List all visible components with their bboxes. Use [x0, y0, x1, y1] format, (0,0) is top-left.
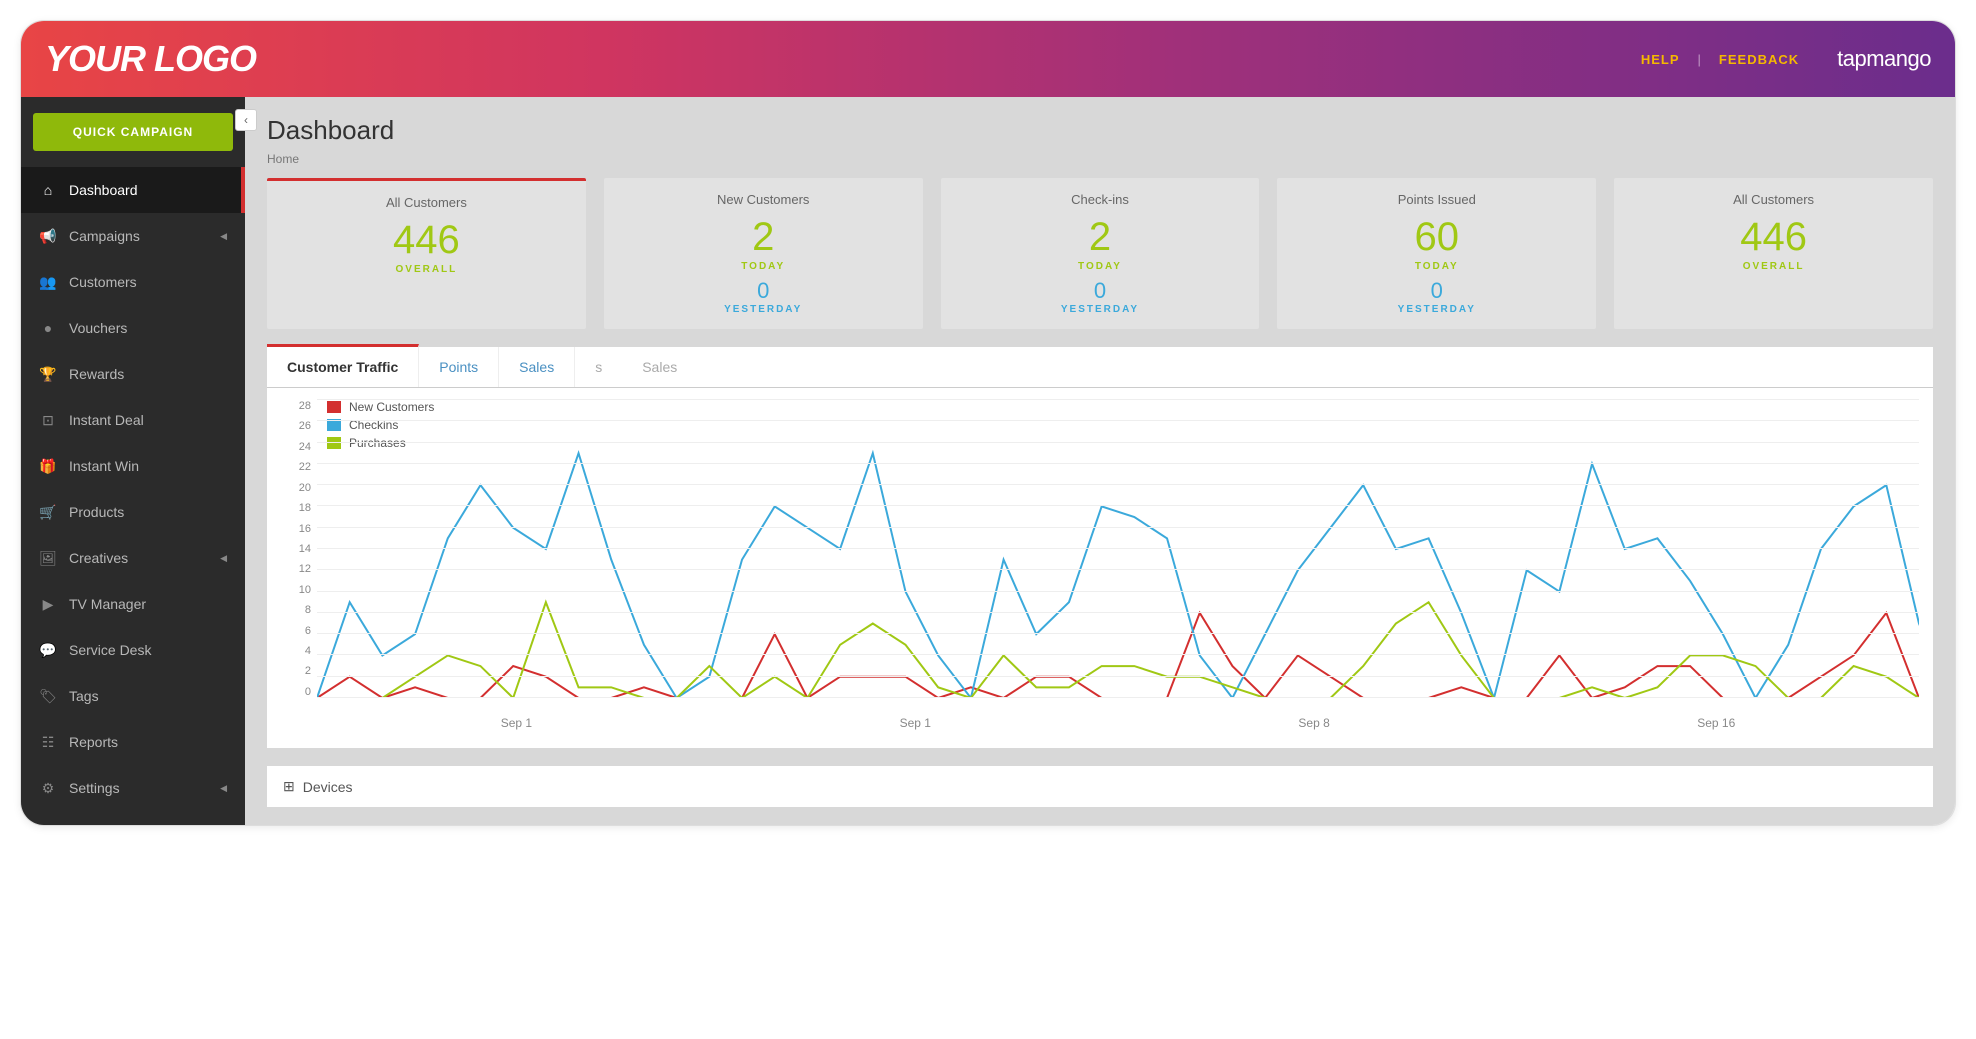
sidebar-item-rewards[interactable]: 🏆 Rewards	[21, 351, 245, 397]
nav-icon: ⚙	[39, 779, 57, 797]
card-sublabel-secondary: YESTERDAY	[949, 304, 1252, 315]
sidebar-item-tags[interactable]: 🏷 Tags	[21, 673, 245, 719]
nav-icon: 🎁	[39, 457, 57, 475]
sidebar-item-reports[interactable]: ☷ Reports	[21, 719, 245, 765]
brand-label: tapmango	[1837, 46, 1931, 72]
card-sublabel: TODAY	[949, 261, 1252, 272]
sidebar-item-label: Campaigns	[69, 228, 140, 244]
page-title: Dashboard	[267, 115, 1933, 146]
collapse-sidebar-button[interactable]: ‹	[235, 109, 257, 131]
stat-card-points-issued[interactable]: Points Issued 60 TODAY 0YESTERDAY	[1277, 178, 1596, 329]
sidebar-item-products[interactable]: 🛒 Products	[21, 489, 245, 535]
card-title: All Customers	[275, 195, 578, 210]
header: YOUR LOGO HELP | FEEDBACK tapmango	[21, 21, 1955, 97]
card-title: New Customers	[612, 192, 915, 207]
breadcrumb[interactable]: Home	[267, 152, 1933, 166]
sidebar-item-label: TV Manager	[69, 596, 146, 612]
chevron-left-icon: ◀	[220, 231, 227, 242]
sidebar-item-label: Instant Win	[69, 458, 139, 474]
card-sublabel: OVERALL	[1622, 261, 1925, 272]
sidebar-item-label: Tags	[69, 688, 99, 704]
sidebar-item-label: Rewards	[69, 366, 124, 382]
sidebar-item-campaigns[interactable]: 📢 Campaigns ◀	[21, 213, 245, 259]
tab-customer-traffic[interactable]: Customer Traffic	[267, 344, 419, 387]
sidebar-item-label: Vouchers	[69, 320, 127, 336]
tab-sales[interactable]: Sales	[499, 347, 575, 387]
x-tick: Sep 8	[1298, 716, 1329, 730]
sidebar-item-label: Instant Deal	[69, 412, 144, 428]
x-tick: Sep 1	[900, 716, 931, 730]
nav-icon: 🛒	[39, 503, 57, 521]
stat-card-all-customers[interactable]: All Customers 446 OVERALL	[267, 178, 586, 329]
chart-tabs: Customer TrafficPointsSalessSales	[267, 347, 1933, 388]
sidebar: ‹ QUICK CAMPAIGN ⌂Dashboard📢Campaigns◀👥C…	[21, 97, 245, 825]
card-title: Points Issued	[1285, 192, 1588, 207]
main-content: Dashboard Home All Customers 446 OVERALL Ne…	[245, 97, 1955, 825]
nav-icon: ▶	[39, 595, 57, 613]
card-sublabel-secondary: YESTERDAY	[612, 304, 915, 315]
stat-card-check-ins[interactable]: Check-ins 2 TODAY 0YESTERDAY	[941, 178, 1260, 329]
stat-card-new-customers[interactable]: New Customers 2 TODAY 0YESTERDAY	[604, 178, 923, 329]
logo: YOUR LOGO	[45, 38, 256, 80]
tab-ghost: s	[575, 347, 622, 387]
quick-campaign-button[interactable]: QUICK CAMPAIGN	[33, 113, 233, 151]
sidebar-item-instant-deal[interactable]: ⊡ Instant Deal	[21, 397, 245, 443]
card-sublabel: TODAY	[612, 261, 915, 272]
sidebar-item-label: Settings	[69, 780, 120, 796]
card-value: 2	[612, 217, 915, 257]
sidebar-item-creatives[interactable]: 🖼 Creatives ◀	[21, 535, 245, 581]
separator: |	[1698, 52, 1701, 67]
nav-icon: 🏆	[39, 365, 57, 383]
sidebar-item-label: Products	[69, 504, 124, 520]
sidebar-item-instant-win[interactable]: 🎁 Instant Win	[21, 443, 245, 489]
sidebar-item-label: Creatives	[69, 550, 128, 566]
sidebar-item-label: Customers	[69, 274, 137, 290]
nav-icon: ☷	[39, 733, 57, 751]
feedback-link[interactable]: FEEDBACK	[1719, 52, 1799, 67]
card-value: 60	[1285, 217, 1588, 257]
sidebar-item-label: Dashboard	[69, 182, 138, 198]
stat-card-all-customers[interactable]: All Customers 446 OVERALL	[1614, 178, 1933, 329]
nav-icon: ⌂	[39, 181, 57, 199]
nav-icon: 🏷	[39, 687, 57, 705]
nav-icon: ⊡	[39, 411, 57, 429]
sidebar-item-label: Service Desk	[69, 642, 151, 658]
sidebar-item-vouchers[interactable]: ● Vouchers	[21, 305, 245, 351]
nav-icon: 📢	[39, 227, 57, 245]
devices-label: Devices	[303, 779, 353, 795]
chevron-left-icon: ◀	[220, 553, 227, 564]
nav-icon: ●	[39, 319, 57, 337]
sidebar-item-settings[interactable]: ⚙ Settings ◀	[21, 765, 245, 811]
x-tick: Sep 16	[1697, 716, 1735, 730]
card-value-secondary: 0	[1285, 278, 1588, 304]
tab-points[interactable]: Points	[419, 347, 499, 387]
card-value: 2	[949, 217, 1252, 257]
chevron-left-icon: ◀	[220, 783, 227, 794]
card-value-secondary: 0	[612, 278, 915, 304]
card-sublabel: OVERALL	[275, 264, 578, 275]
devices-icon: ⊞	[283, 778, 295, 795]
devices-panel-header[interactable]: ⊞ Devices	[267, 766, 1933, 807]
sidebar-item-tv-manager[interactable]: ▶ TV Manager	[21, 581, 245, 627]
card-value: 446	[275, 220, 578, 260]
sidebar-item-customers[interactable]: 👥 Customers	[21, 259, 245, 305]
x-tick: Sep 1	[501, 716, 532, 730]
help-link[interactable]: HELP	[1641, 52, 1680, 67]
nav-icon: 👥	[39, 273, 57, 291]
sidebar-item-dashboard[interactable]: ⌂ Dashboard	[21, 167, 245, 213]
card-value: 446	[1622, 217, 1925, 257]
card-sublabel: TODAY	[1285, 261, 1588, 272]
sidebar-item-label: Reports	[69, 734, 118, 750]
card-title: Check-ins	[949, 192, 1252, 207]
nav-icon: 💬	[39, 641, 57, 659]
card-sublabel-secondary: YESTERDAY	[1285, 304, 1588, 315]
nav-icon: 🖼	[39, 549, 57, 567]
tab-ghost: Sales	[622, 347, 697, 387]
card-value-secondary: 0	[949, 278, 1252, 304]
chart-area: 2826242220181614121086420 New CustomersC…	[267, 388, 1933, 748]
card-title: All Customers	[1622, 192, 1925, 207]
sidebar-item-service-desk[interactable]: 💬 Service Desk	[21, 627, 245, 673]
